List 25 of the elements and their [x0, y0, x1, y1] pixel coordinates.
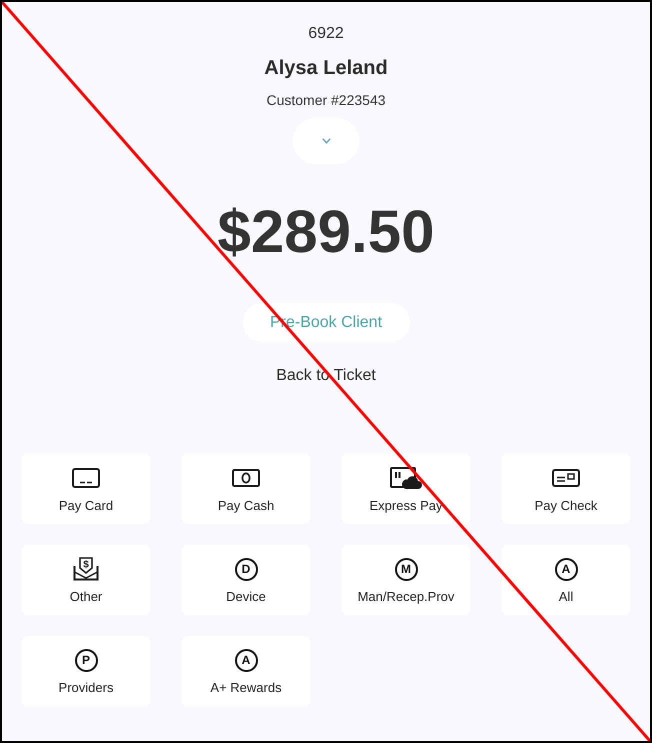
- amount-due: $289.50: [218, 197, 434, 267]
- payment-option-tile[interactable]: A A+ Rewards: [182, 636, 310, 706]
- customer-id: Customer #223543: [266, 91, 386, 109]
- letter-circle-icon: A: [234, 648, 258, 672]
- letter-circle-icon: A: [554, 558, 578, 580]
- payment-option-tile[interactable]: Pay Cash: [182, 454, 310, 524]
- chevron-down-icon: [322, 138, 330, 144]
- ticket-number: 6922: [308, 24, 344, 44]
- cheque-icon: [552, 469, 580, 487]
- payment-option-tile[interactable]: $ Other: [22, 545, 150, 615]
- payment-option-tile[interactable]: P Providers: [22, 636, 150, 706]
- payment-option-tile[interactable]: D Device: [182, 545, 310, 615]
- payment-option-tile[interactable]: Pay Card: [22, 454, 150, 524]
- payment-option-tile[interactable]: M Man/Recep.Prov: [342, 545, 470, 615]
- payment-option-tile[interactable]: Express Pay: [342, 454, 470, 524]
- payment-option-tile[interactable]: Pay Check: [502, 454, 630, 524]
- letter-circle-icon: M: [394, 558, 418, 580]
- payment-option-tile[interactable]: A All: [502, 545, 630, 615]
- card-cloud-icon: [390, 467, 422, 489]
- expand-button[interactable]: [293, 118, 359, 164]
- letter-circle-icon: P: [74, 648, 98, 672]
- letter-circle-icon: D: [234, 558, 258, 580]
- banknote-icon: [232, 469, 260, 487]
- customer-name: Alysa Leland: [264, 56, 388, 81]
- card-icon: [72, 468, 100, 488]
